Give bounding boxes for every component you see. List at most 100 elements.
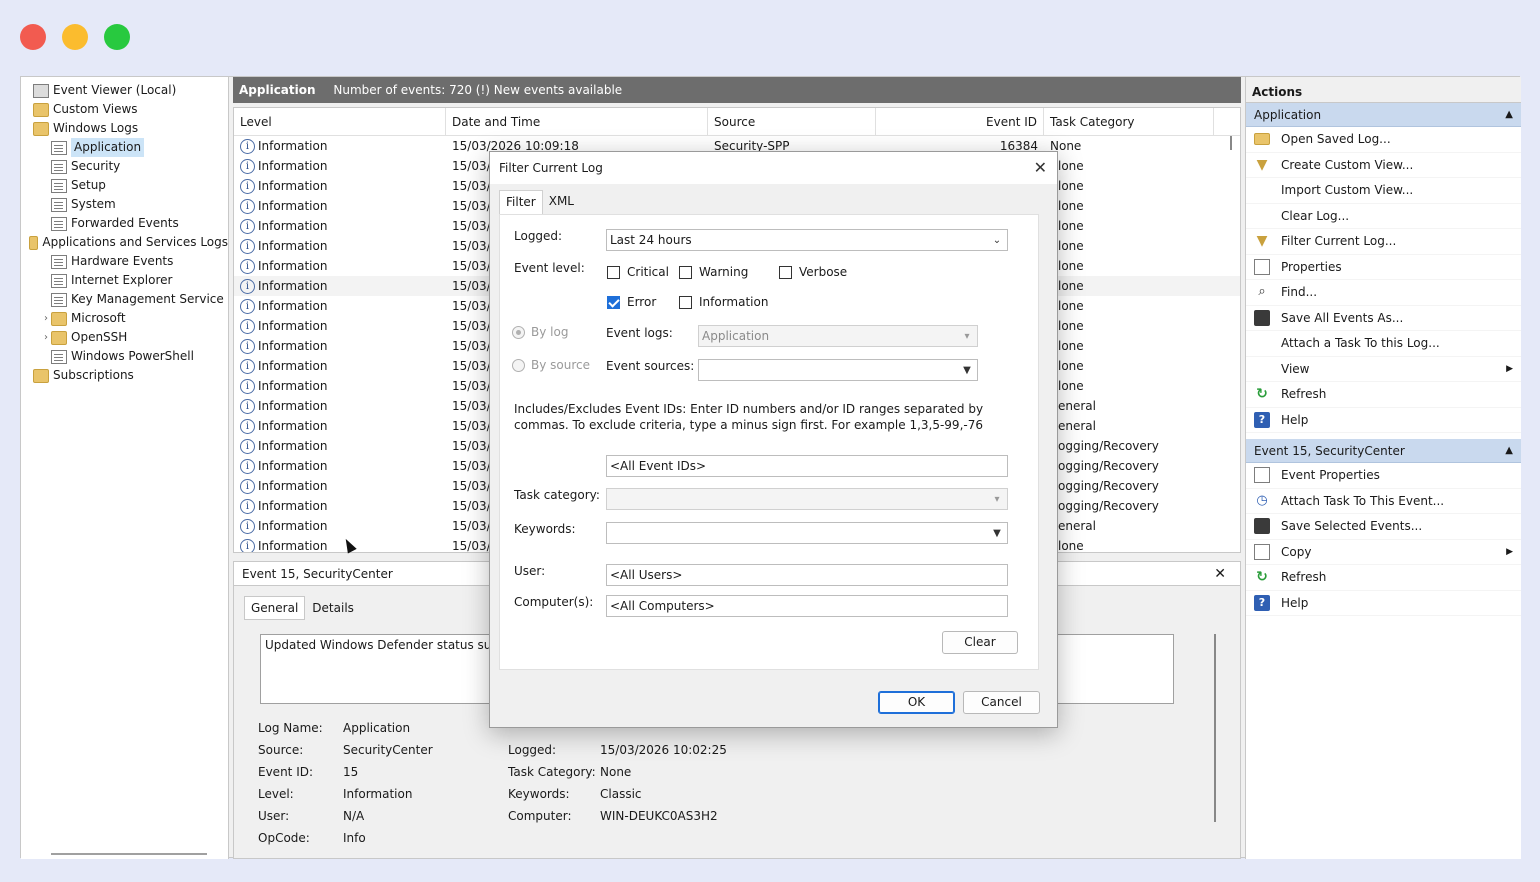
clear-button[interactable]: Clear: [942, 631, 1018, 654]
action-item[interactable]: Open Saved Log...: [1246, 127, 1521, 153]
actions-group-application[interactable]: Application ▲: [1246, 103, 1521, 127]
information-icon: i: [240, 358, 255, 374]
action-item[interactable]: ↻ Refresh: [1246, 565, 1521, 591]
checkbox-box-checked[interactable]: [607, 295, 620, 309]
event-ids-input[interactable]: <All Event IDs>: [606, 455, 1008, 477]
actions-group-event[interactable]: Event 15, SecurityCenter ▲: [1246, 439, 1521, 463]
action-item[interactable]: ? Help: [1246, 591, 1521, 616]
chevron-right-icon[interactable]: ›: [41, 309, 51, 328]
tab-details[interactable]: Details: [305, 596, 361, 620]
column-header-task-category[interactable]: Task Category: [1044, 108, 1214, 135]
collapse-icon[interactable]: ▲: [1505, 103, 1513, 127]
tree-item[interactable]: Key Management Service: [21, 290, 228, 309]
action-label: Save Selected Events...: [1281, 519, 1423, 534]
chevron-down-icon[interactable]: ▼: [989, 524, 1005, 544]
grid-vertical-scrollbar[interactable]: [1230, 136, 1232, 150]
cell-text: lone: [1058, 159, 1084, 173]
log-event-count: Number of events: 720 (!) New events ava…: [333, 83, 623, 97]
tree-item[interactable]: Forwarded Events: [21, 214, 228, 233]
tree-item[interactable]: › OpenSSH: [21, 328, 228, 347]
tab-general[interactable]: General: [244, 596, 306, 620]
tree-item[interactable]: Windows Logs: [21, 119, 228, 138]
action-item[interactable]: ⌕ Find...: [1246, 280, 1521, 306]
action-item[interactable]: Save Selected Events...: [1246, 514, 1521, 540]
action-item[interactable]: ? Help: [1246, 408, 1521, 433]
tree-item[interactable]: Windows PowerShell: [21, 347, 228, 366]
action-item[interactable]: ▼ Create Custom View...: [1246, 153, 1521, 178]
cancel-button[interactable]: Cancel: [963, 691, 1040, 714]
tree-item[interactable]: Custom Views: [21, 100, 228, 119]
property-value: Info: [343, 831, 366, 845]
checkbox-box[interactable]: [607, 265, 620, 279]
task-category-select[interactable]: ▾: [606, 488, 1008, 510]
ok-button[interactable]: OK: [878, 691, 955, 714]
tree-item[interactable]: Application: [21, 138, 228, 157]
by-log-radio[interactable]: By log: [512, 325, 568, 339]
chevron-down-icon[interactable]: ▼: [959, 361, 975, 381]
checkbox-box[interactable]: [679, 265, 692, 279]
checkbox-box[interactable]: [679, 295, 692, 309]
radio-dot[interactable]: [512, 358, 525, 372]
window-close-button[interactable]: [20, 24, 46, 50]
collapse-icon[interactable]: ▲: [1505, 439, 1513, 463]
action-item[interactable]: ↻ Refresh: [1246, 382, 1521, 408]
action-item[interactable]: Event Properties: [1246, 463, 1521, 489]
tree-item[interactable]: Internet Explorer: [21, 271, 228, 290]
critical-checkbox[interactable]: Critical: [607, 265, 669, 279]
information-checkbox[interactable]: Information: [679, 295, 768, 309]
cell-text: lone: [1058, 279, 1084, 293]
chevron-down-icon[interactable]: ⌄: [989, 231, 1005, 251]
user-input[interactable]: <All Users>: [606, 564, 1008, 586]
event-logs-select[interactable]: Application ▾: [698, 325, 978, 347]
column-header-source[interactable]: Source: [708, 108, 876, 135]
checkbox-box[interactable]: [779, 265, 792, 279]
cell-level: i Information: [234, 478, 446, 494]
keywords-select[interactable]: ▼: [606, 522, 1008, 544]
detail-vertical-scrollbar[interactable]: [1214, 634, 1216, 822]
radio-dot[interactable]: [512, 325, 525, 339]
action-item[interactable]: ▼ Filter Current Log...: [1246, 229, 1521, 255]
tree-item[interactable]: › Microsoft: [21, 309, 228, 328]
cell-level: i Information: [234, 538, 446, 552]
window-maximize-button[interactable]: [104, 24, 130, 50]
tree-item[interactable]: Event Viewer (Local): [21, 81, 228, 100]
tree-horizontal-scrollbar[interactable]: [51, 853, 207, 855]
detail-close-icon[interactable]: ✕: [1214, 566, 1226, 582]
computers-label: Computer(s):: [514, 595, 594, 609]
chevron-down-icon[interactable]: ▾: [959, 327, 975, 347]
tree-item[interactable]: Setup: [21, 176, 228, 195]
column-header-level[interactable]: Level: [234, 108, 446, 135]
event-sources-select[interactable]: ▼: [698, 359, 978, 381]
warning-checkbox[interactable]: Warning: [679, 265, 748, 279]
log-icon: [51, 273, 67, 288]
action-item[interactable]: Copy ▶: [1246, 540, 1521, 565]
column-header-date[interactable]: Date and Time: [446, 108, 708, 135]
tree-item[interactable]: System: [21, 195, 228, 214]
chevron-right-icon[interactable]: ›: [41, 328, 51, 347]
tree-item[interactable]: Subscriptions: [21, 366, 228, 385]
computers-input[interactable]: <All Computers>: [606, 595, 1008, 617]
tab-filter[interactable]: Filter: [499, 190, 543, 214]
column-header-event-id[interactable]: Event ID: [876, 108, 1044, 135]
information-icon: i: [240, 398, 255, 414]
action-item[interactable]: Properties: [1246, 255, 1521, 280]
error-checkbox[interactable]: Error: [607, 295, 656, 309]
action-item[interactable]: View ▶: [1246, 357, 1521, 382]
action-item[interactable]: Attach a Task To this Log...: [1246, 331, 1521, 357]
tree-item[interactable]: Hardware Events: [21, 252, 228, 271]
window-minimize-button[interactable]: [62, 24, 88, 50]
tab-xml[interactable]: XML: [543, 190, 580, 214]
cell-text: ogging/Recovery: [1058, 439, 1159, 453]
action-item[interactable]: Save All Events As...: [1246, 306, 1521, 331]
tree-item[interactable]: Security: [21, 157, 228, 176]
action-item[interactable]: Clear Log...: [1246, 204, 1521, 229]
logged-select[interactable]: Last 24 hours ⌄: [606, 229, 1008, 251]
verbose-checkbox[interactable]: Verbose: [779, 265, 847, 279]
dialog-close-icon[interactable]: ✕: [1034, 158, 1047, 177]
information-icon: i: [240, 238, 255, 254]
chevron-down-icon[interactable]: ▾: [989, 490, 1005, 510]
action-item[interactable]: Import Custom View...: [1246, 178, 1521, 204]
by-source-radio[interactable]: By source: [512, 358, 590, 372]
tree-item[interactable]: Applications and Services Logs: [21, 233, 228, 252]
action-item[interactable]: ◷ Attach Task To This Event...: [1246, 489, 1521, 514]
